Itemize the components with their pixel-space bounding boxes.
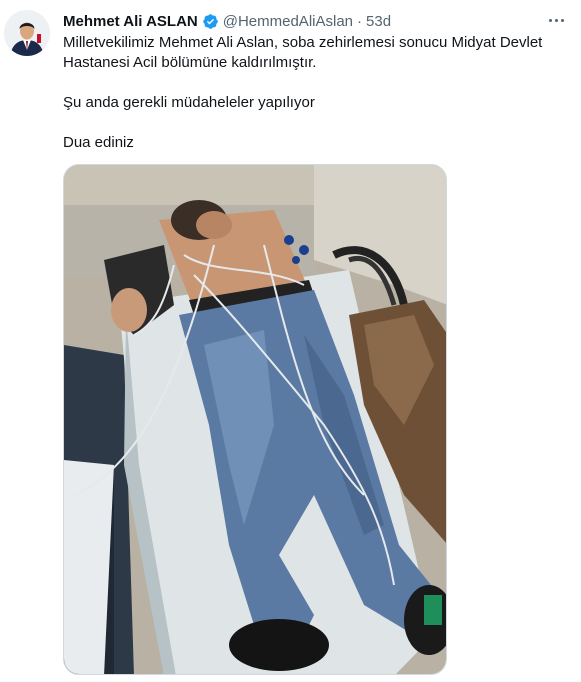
author-handle[interactable]: @HemmedAliAslan [223,13,353,30]
tweet-timestamp[interactable]: 53d [366,13,391,30]
tweet-paragraph: Dua ediniz [63,134,134,151]
tweet-paragraph: Şu anda gerekli müdaheleler yapılıyor [63,94,315,111]
tweet[interactable]: Mehmet Ali ASLAN @HemmedAliAslan · 53d M… [0,0,581,682]
more-options-icon[interactable] [545,10,567,30]
tweet-header: Mehmet Ali ASLAN @HemmedAliAslan · 53d [63,11,541,31]
tweet-photo[interactable] [63,164,447,675]
author-name[interactable]: Mehmet Ali ASLAN [63,13,198,30]
tweet-paragraph: Milletvekilimiz Mehmet Ali Aslan, soba z… [63,34,543,71]
verified-badge-icon [202,13,219,30]
avatar[interactable] [4,10,50,56]
header-separator: · [357,12,363,30]
tweet-text: Milletvekilimiz Mehmet Ali Aslan, soba z… [63,33,568,153]
